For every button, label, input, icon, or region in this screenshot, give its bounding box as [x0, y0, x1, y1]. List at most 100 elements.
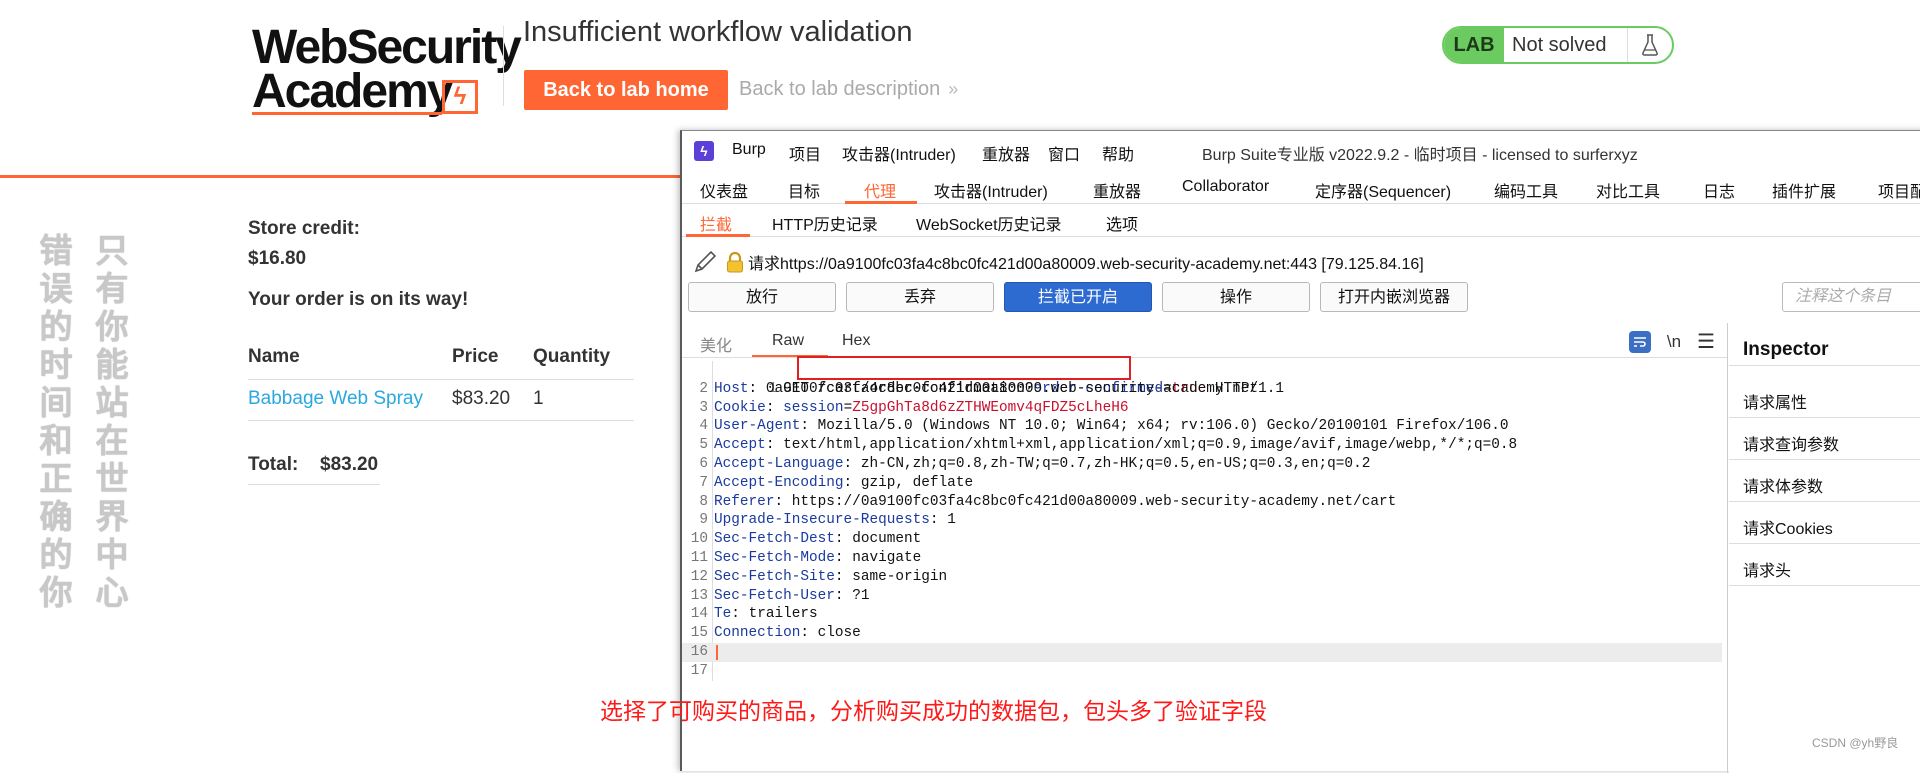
editor-tab-raw[interactable]: Raw [772, 332, 804, 350]
burp-app-icon: ϟ [694, 141, 714, 161]
burp-window-title: Burp Suite专业版 v2022.9.2 - 临时项目 - license… [1202, 147, 1638, 164]
tab-repeater[interactable]: 重放器 [1093, 178, 1141, 202]
burp-titlebar: ϟ Burp 项目 攻击器(Intruder) 重放器 窗口 帮助 Burp S… [682, 131, 1920, 172]
request-line-5: 5 Accept: text/html,application/xhtml+xml… [699, 437, 1518, 454]
subtab-options[interactable]: 选项 [1106, 211, 1138, 235]
text-caret [716, 644, 718, 660]
product-quantity: 1 [533, 388, 544, 409]
highlight-box [797, 356, 1131, 380]
request-header-lines: 2 Host: 0a9100fc03fa4c8bc0fc421d00a80009.… [682, 380, 1722, 643]
request-target-text: 请求https://0a9100fc03fa4c8bc0fc421d00a800… [748, 256, 1424, 273]
menu-repeater[interactable]: 重放器 [982, 141, 1030, 165]
word-wrap-icon[interactable] [1628, 330, 1651, 353]
inspector-rule [1729, 585, 1920, 586]
order-message: Your order is on its way! [248, 289, 469, 310]
inspector-cookies[interactable]: 请求Cookies [1743, 515, 1833, 539]
subtab-websocket-history[interactable]: WebSocket历史记录 [916, 211, 1062, 235]
comment-input[interactable]: 注释这个条目 [1782, 282, 1920, 312]
intercept-toggle-button[interactable]: 拦截已开启 [1004, 282, 1152, 312]
table-header-name: Name [248, 346, 300, 367]
request-line-4: 4 User-Agent: Mozilla/5.0 (Windows NT 10.… [699, 418, 1509, 435]
request-line-13: 13 Sec-Fetch-User: ?1 [690, 587, 870, 604]
tab-proxy[interactable]: 代理 [864, 178, 896, 202]
inspector-title: Inspector [1743, 339, 1829, 360]
inspector-rule [1729, 501, 1920, 502]
table-row-rule [248, 420, 634, 421]
request-line-15: 15 Connection: close [690, 625, 861, 642]
logo-bolt-icon: ϟ [442, 80, 478, 114]
request-line-7: 7 Accept-Encoding: gzip, deflate [699, 474, 974, 491]
table-header-rule [248, 379, 634, 380]
open-browser-button[interactable]: 打开内嵌浏览器 [1320, 282, 1468, 312]
request-line-11: 11 Sec-Fetch-Mode: navigate [690, 549, 922, 566]
forward-button[interactable]: 放行 [688, 282, 836, 312]
tab-project-options[interactable]: 项目配 [1878, 178, 1920, 202]
tab-extensions[interactable]: 插件扩展 [1772, 178, 1836, 202]
vertical-text-col2: 只有你能站在世界中心 [95, 232, 129, 611]
total-label: Total: [248, 454, 299, 475]
request-line-14: 14 Te: trailers [690, 606, 818, 623]
total-rule [248, 484, 380, 485]
request-line-10: 10 Sec-Fetch-Dest: document [690, 531, 922, 548]
tab-collaborator[interactable]: Collaborator [1182, 178, 1269, 196]
inspector-rule [1729, 459, 1920, 460]
lab-status-badge: LAB Not solved [1442, 26, 1674, 64]
subtab-intercept-underline [686, 234, 750, 237]
product-link[interactable]: Babbage Web Spray [248, 388, 423, 410]
request-line-6: 6 Accept-Language: zh-CN,zh;q=0.8,zh-TW;q… [699, 455, 1371, 472]
request-line-3: 3 Cookie: session=Z5gpGhTa8d6zZTHWEomv4qF… [699, 399, 1129, 416]
editor-tab-hex[interactable]: Hex [842, 332, 870, 350]
editor-tab-pretty[interactable]: 美化 [700, 332, 732, 356]
hamburger-menu-icon[interactable]: ☰ [1697, 329, 1715, 354]
proxy-subtabs: 拦截 HTTP历史记录 WebSocket历史记录 选项 [682, 204, 1920, 237]
tab-comparer[interactable]: 对比工具 [1596, 178, 1660, 202]
menu-project[interactable]: 项目 [789, 141, 821, 165]
annotation-text: 选择了可购买的商品，分析购买成功的数据包，包头多了验证字段 [600, 698, 1267, 724]
newline-toggle-icon[interactable]: \n [1667, 332, 1681, 352]
subtab-http-history[interactable]: HTTP历史记录 [772, 211, 878, 235]
tab-target[interactable]: 目标 [788, 178, 820, 202]
tab-logger[interactable]: 日志 [1703, 178, 1735, 202]
request-line-8: 8 Referer: https://0a9100fc03fa4c8bc0fc42… [699, 493, 1397, 510]
inspector-body-params[interactable]: 请求体参数 [1743, 473, 1823, 497]
inspector-rule [1729, 543, 1920, 544]
request-line-9: 9 Upgrade-Insecure-Requests: 1 [699, 512, 956, 529]
tab-intruder[interactable]: 攻击器(Intruder) [934, 178, 1048, 202]
menu-help[interactable]: 帮助 [1102, 141, 1134, 165]
product-price: $83.20 [452, 388, 511, 409]
back-to-lab-description-link[interactable]: Back to lab description » [739, 78, 958, 101]
request-line-17: 17 [690, 662, 708, 679]
double-chevron-right-icon: » [948, 79, 959, 99]
inspector-query-params[interactable]: 请求查询参数 [1743, 431, 1839, 455]
table-header-price: Price [452, 346, 499, 367]
tab-sequencer[interactable]: 定序器(Sequencer) [1315, 178, 1451, 202]
inspector-rule [1729, 365, 1920, 366]
csdn-watermark: CSDN @yh野良 [1812, 736, 1899, 750]
editor-tabs: 美化 Raw Hex \n ☰ [682, 323, 1727, 358]
pencil-icon[interactable] [692, 249, 720, 275]
table-header-quantity: Quantity [533, 346, 611, 367]
burp-suite-window: ϟ Burp 项目 攻击器(Intruder) 重放器 窗口 帮助 Burp S… [680, 130, 1920, 773]
drop-button[interactable]: 丢弃 [846, 282, 994, 312]
web-security-academy-logo[interactable]: WebSecurity Academy ϟ [252, 20, 522, 116]
store-credit-label: Store credit: [248, 218, 360, 239]
back-to-lab-home-button[interactable]: Back to lab home [524, 70, 728, 110]
inspector-request-attributes[interactable]: 请求属性 [1743, 389, 1807, 413]
request-line-2: 2 Host: 0a9100fc03fa4c8bc0fc421d00a80009.… [699, 380, 1259, 397]
inspector-rule [1729, 417, 1920, 418]
inspector-headers[interactable]: 请求头 [1743, 557, 1791, 581]
lab-title: Insufficient workflow validation [523, 16, 913, 48]
editor-toolbar: \n ☰ [1628, 329, 1715, 354]
logo-underline [252, 112, 442, 115]
menu-burp[interactable]: Burp [732, 141, 766, 159]
inspector-panel: Inspector 请求属性 请求查询参数 请求体参数 请求Cookies 请求… [1729, 323, 1920, 773]
menu-intruder[interactable]: 攻击器(Intruder) [842, 141, 956, 165]
action-button[interactable]: 操作 [1162, 282, 1310, 312]
request-code[interactable]: 1 GET /cart/order-confirmation?order-conf… [682, 356, 1722, 681]
menu-window[interactable]: 窗口 [1048, 141, 1080, 165]
store-credit-value: $16.80 [248, 248, 307, 269]
tab-dashboard[interactable]: 仪表盘 [700, 178, 748, 202]
burp-main-tabs: 仪表盘 目标 代理 攻击器(Intruder) 重放器 Collaborator… [682, 171, 1920, 204]
tab-decoder[interactable]: 编码工具 [1494, 178, 1558, 202]
subtab-intercept[interactable]: 拦截 [700, 211, 732, 235]
